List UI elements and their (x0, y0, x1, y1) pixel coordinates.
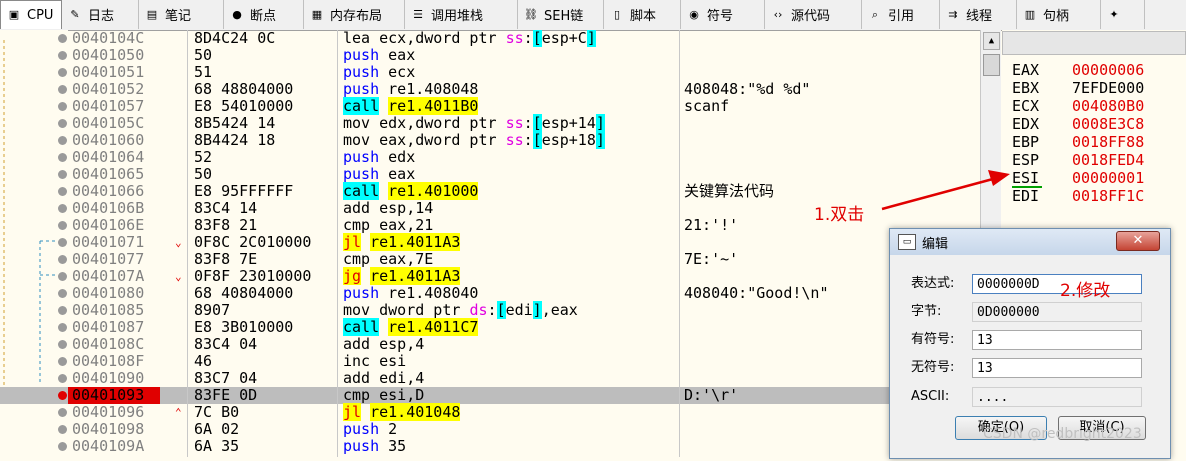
expression-input[interactable]: 0000000D (972, 274, 1142, 294)
signed-label: 有符号: (911, 332, 955, 347)
dialog-title: 编辑 (922, 236, 949, 252)
bytes-field: 0D000000 (972, 302, 1142, 322)
annotation-step1: 1.双击 (814, 205, 865, 225)
bytes-label: 字节: (911, 304, 942, 319)
close-button[interactable]: ✕ (1116, 231, 1160, 251)
edit-window-icon: ▭ (898, 234, 916, 250)
annotation-step2: 2.修改 (1060, 281, 1111, 301)
ascii-field: .... (972, 387, 1142, 407)
unsigned-label: 无符号: (911, 360, 955, 375)
signed-input[interactable]: 13 (972, 330, 1142, 350)
edit-dialog: ▭ 编辑 ✕ 表达式: 0000000D 2.修改 字节: 0D000000 有… (889, 228, 1171, 459)
expression-label: 表达式: (911, 276, 955, 291)
watermark: CSDN @redbright2023 (983, 426, 1142, 442)
unsigned-input[interactable]: 13 (972, 358, 1142, 378)
ascii-label: ASCII: (911, 389, 950, 404)
